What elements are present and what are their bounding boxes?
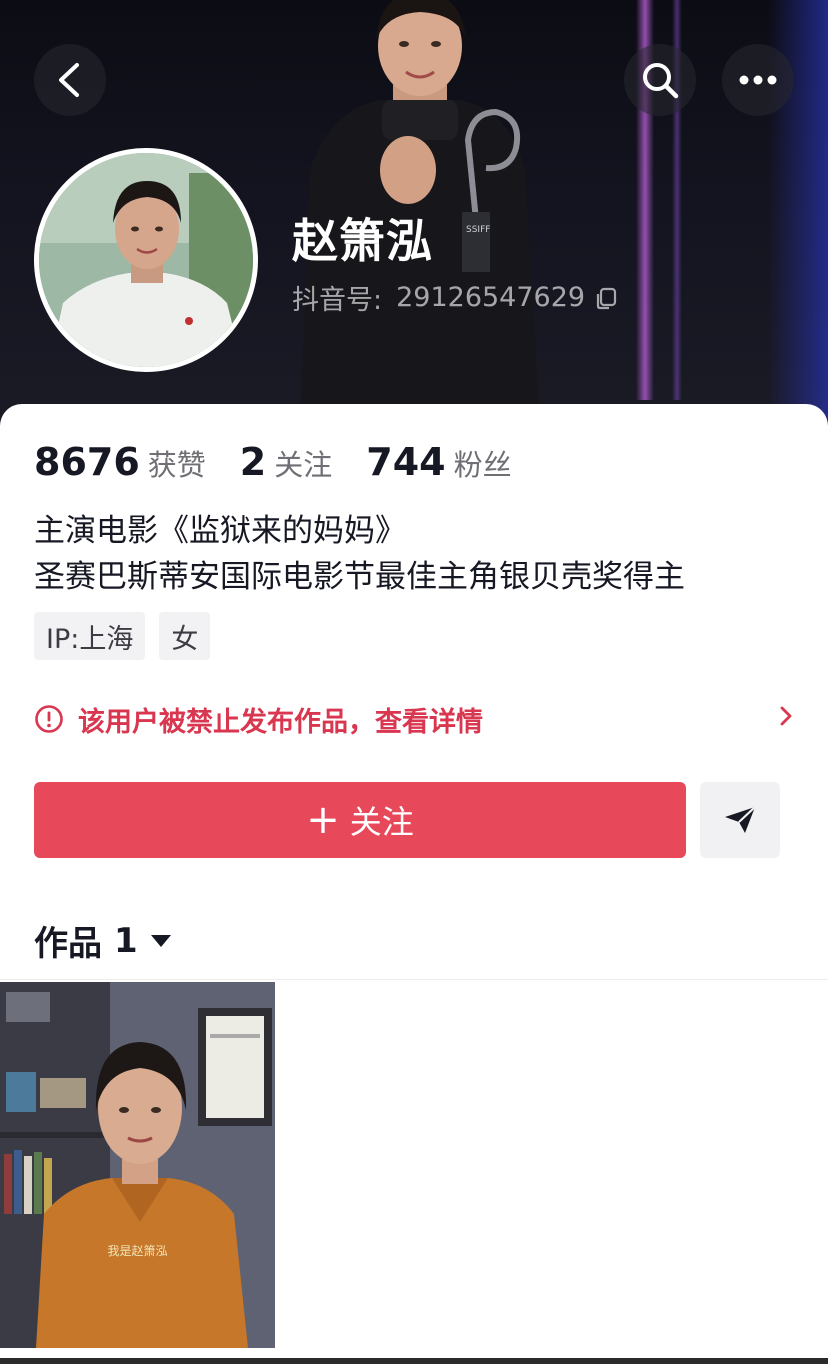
profile-card: 8676 获赞 2 关注 744 粉丝 主演电影《监狱来的妈妈》 圣赛巴斯蒂安国… <box>0 404 828 1364</box>
plus-icon: + <box>306 797 340 843</box>
search-icon <box>643 63 679 99</box>
video-thumbnail[interactable]: 我是赵箫泓 <box>0 982 275 1348</box>
stat-following[interactable]: 2 关注 <box>240 440 332 484</box>
tag-list: IP:上海 女 <box>34 612 224 660</box>
back-arrow-icon <box>59 63 79 97</box>
avatar-photo <box>39 153 253 367</box>
bio-line: 主演电影《监狱来的妈妈》 <box>34 513 406 549</box>
stat-label: 关注 <box>274 448 333 482</box>
display-name: 赵箫泓 <box>292 214 433 268</box>
account-id-label: 抖音号: <box>292 285 383 316</box>
ban-notice[interactable]: 该用户被禁止发布作品，查看详情 <box>34 696 794 742</box>
more-icon <box>739 75 777 85</box>
bottom-edge <box>0 1358 828 1364</box>
tag-ip-location: IP:上海 <box>34 612 146 660</box>
send-message-button[interactable] <box>700 782 780 858</box>
stat-value: 8676 <box>34 440 140 484</box>
stat-followers[interactable]: 744 粉丝 <box>366 440 511 484</box>
svg-text:SSIFF: SSIFF <box>466 225 490 235</box>
video-cover-image <box>0 982 275 1348</box>
warning-icon <box>35 705 63 733</box>
tag-gender: 女 <box>159 612 211 660</box>
caret-down-icon <box>150 934 171 947</box>
chevron-right-icon <box>780 706 792 726</box>
search-button[interactable] <box>624 44 696 116</box>
bio-line: 圣赛巴斯蒂安国际电影节最佳主角银贝壳奖得主 <box>34 559 685 595</box>
account-id-row[interactable]: 抖音号: 29126547629 <box>292 278 619 317</box>
ban-notice-text: 该用户被禁止发布作品，查看详情 <box>78 706 483 738</box>
works-tab-label: 作品 <box>34 924 102 964</box>
stat-label: 获赞 <box>147 448 206 482</box>
stat-label: 粉丝 <box>453 448 512 482</box>
profile-banner: SSIFF 赵箫泓 抖音号: 29126547629 <box>0 0 828 440</box>
follow-button[interactable]: + 关注 <box>34 782 686 858</box>
video-caption: 我是赵箫泓 <box>107 1244 168 1258</box>
avatar[interactable] <box>34 148 258 372</box>
stat-value: 2 <box>239 440 267 484</box>
stat-likes[interactable]: 8676 获赞 <box>34 440 206 484</box>
works-tab[interactable]: 作品 1 <box>34 916 172 965</box>
send-icon <box>725 806 756 833</box>
stats-row: 8676 获赞 2 关注 744 粉丝 <box>34 440 546 484</box>
more-button[interactable] <box>722 44 794 116</box>
stat-value: 744 <box>366 440 446 484</box>
account-id: 29126547629 <box>396 282 586 313</box>
back-button[interactable] <box>34 44 106 116</box>
works-count: 1 <box>114 920 138 961</box>
divider <box>0 979 828 980</box>
copy-icon[interactable] <box>595 286 619 310</box>
bio: 主演电影《监狱来的妈妈》 圣赛巴斯蒂安国际电影节最佳主角银贝壳奖得主 <box>34 508 685 600</box>
follow-button-label: 关注 <box>349 803 414 841</box>
